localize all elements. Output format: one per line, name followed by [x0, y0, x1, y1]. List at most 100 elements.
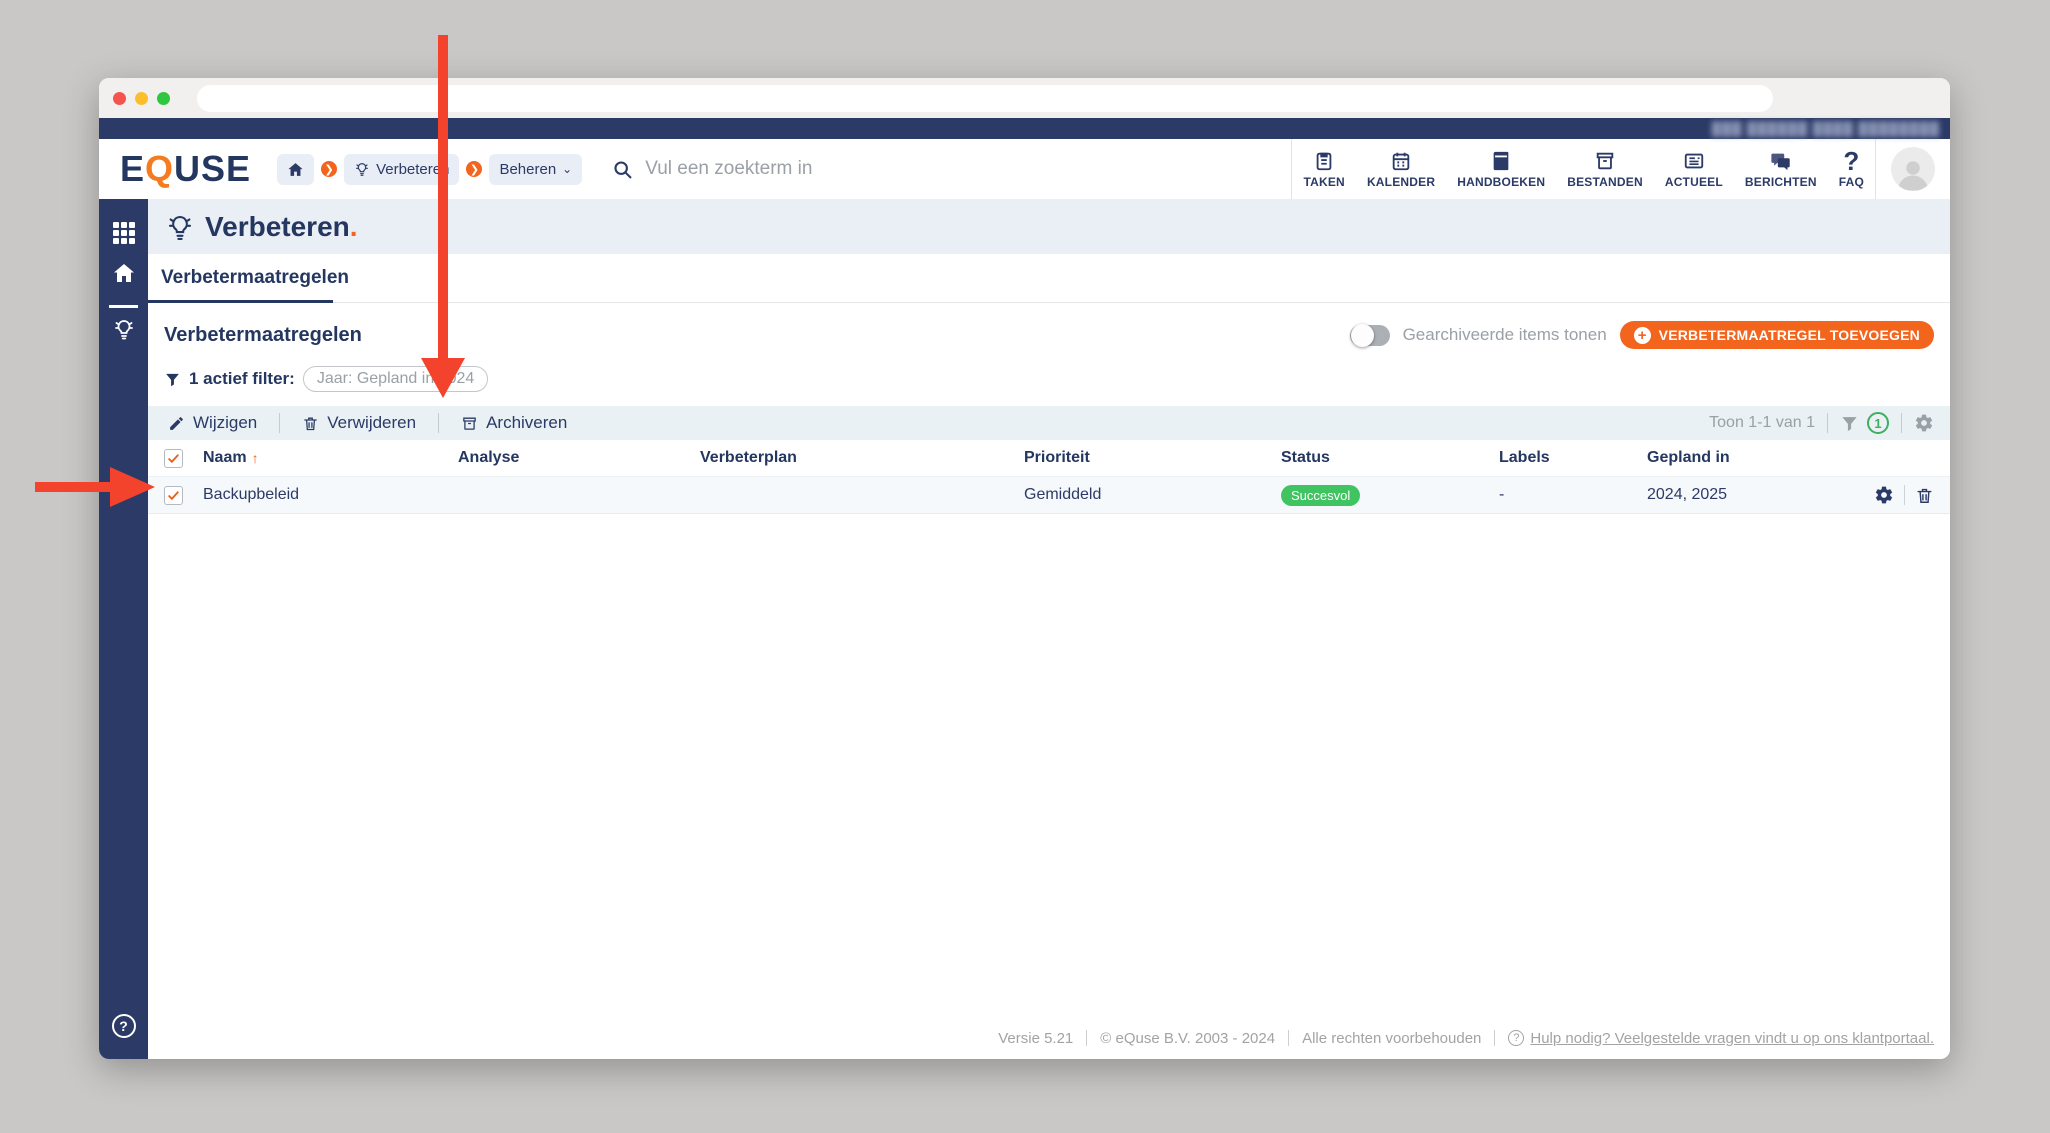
footer-divider [1494, 1030, 1496, 1046]
row-trash-icon[interactable] [1915, 486, 1934, 505]
top-navy-bar: ███ ██████ ████ ████████ [99, 118, 1950, 139]
row-labels: - [1499, 486, 1505, 503]
active-filter-label: 1 actief filter: [189, 369, 295, 388]
footer-divider [1086, 1030, 1088, 1046]
maximize-window-icon[interactable] [157, 91, 170, 105]
column-header-status[interactable]: Status [1281, 449, 1499, 467]
breadcrumb: ❯ Verbeteren ❯ Beheren ⌄ [277, 153, 583, 185]
footer: Versie 5.21 © eQuse B.V. 2003 - 2024 All… [148, 1017, 1950, 1059]
active-tab-underline [148, 300, 333, 303]
minimize-window-icon[interactable] [135, 91, 148, 105]
user-avatar[interactable] [1891, 147, 1935, 191]
nav-item-bestanden[interactable]: BESTANDEN [1556, 150, 1654, 189]
search-input[interactable] [645, 158, 1246, 180]
sidebar-verbeteren-icon[interactable] [99, 317, 148, 341]
address-bar[interactable] [197, 84, 1773, 112]
sidebar-home-icon[interactable] [99, 261, 148, 285]
app-header: E Q USE ❯ Verbeteren ❯ Beheren ⌄ Vul een… [99, 139, 1950, 199]
toolbar-divider [279, 413, 281, 433]
row-name[interactable]: Backupbeleid [203, 486, 299, 504]
column-header-naam[interactable]: Naam [203, 449, 247, 467]
toolbar-right: Toon 1-1 van 1 1 [1709, 412, 1934, 434]
browser-chrome [99, 78, 1950, 118]
select-all-checkbox[interactable] [164, 448, 183, 468]
main-content: Verbeteren. Verbetermaatregelen Verbeter… [148, 199, 1950, 1059]
toolbar-divider [1901, 413, 1902, 433]
archive-box-icon [461, 415, 478, 432]
column-header-analyse[interactable]: Analyse [458, 449, 700, 467]
nav-item-faq[interactable]: ? FAQ [1828, 145, 1875, 189]
page-banner: Verbeteren. [148, 199, 1950, 254]
sidebar-help-icon[interactable]: ? [99, 1014, 148, 1038]
nav-item-actueel[interactable]: ACTUEEL [1654, 150, 1734, 189]
column-header-labels[interactable]: Labels [1499, 449, 1647, 467]
book-icon [1490, 150, 1512, 172]
close-window-icon[interactable] [113, 91, 126, 105]
nav-item-taken[interactable]: TAKEN [1292, 150, 1355, 189]
add-verbetermaatregel-button[interactable]: + VERBETERMAATREGEL TOEVOEGEN [1619, 321, 1934, 349]
browser-window: ███ ██████ ████ ████████ E Q USE ❯ Verbe… [99, 78, 1950, 1059]
result-count: Toon 1-1 van 1 [1709, 414, 1815, 431]
home-icon [287, 161, 304, 178]
app-body: ? Verbeteren. Verbetermaatregelen Verbet [99, 199, 1950, 1059]
apps-grid-icon[interactable] [99, 222, 148, 244]
row-prioriteit: Gemiddeld [1024, 486, 1102, 503]
question-circle-icon: ? [1508, 1030, 1525, 1046]
table-row[interactable]: Backupbeleid Gemiddeld Succesvol - 2024,… [148, 476, 1950, 514]
chat-bubbles-icon [1770, 150, 1792, 172]
column-header-prioriteit[interactable]: Prioriteit [1024, 449, 1281, 467]
sidebar: ? [99, 199, 148, 1059]
page-title: Verbeteren. [205, 210, 358, 242]
question-mark-icon: ? [1843, 145, 1860, 176]
nav-item-kalender[interactable]: KALENDER [1356, 150, 1446, 189]
clipboard-icon [1313, 150, 1335, 172]
row-checkbox[interactable] [164, 485, 183, 505]
sort-asc-icon: ↑ [251, 450, 259, 466]
row-actions-divider [1904, 485, 1905, 505]
nav-item-handboeken[interactable]: HANDBOEKEN [1446, 150, 1556, 189]
archive-box-icon [1594, 150, 1616, 172]
archive-button[interactable]: Archiveren [457, 413, 571, 433]
calendar-icon [1390, 150, 1412, 172]
chevron-right-icon: ❯ [466, 161, 483, 177]
chevron-right-icon: ❯ [321, 161, 338, 177]
column-header-gepland-in[interactable]: Gepland in [1647, 449, 1850, 467]
chevron-down-icon: ⌄ [562, 162, 573, 176]
plus-icon: + [1633, 326, 1651, 344]
toolbar-divider [1827, 413, 1828, 433]
filter-count-badge: 1 [1867, 412, 1889, 434]
toolbar-divider [438, 413, 440, 433]
search-icon [612, 159, 633, 180]
footer-help-link[interactable]: ? Hulp nodig? Veelgestelde vragen vindt … [1508, 1030, 1934, 1047]
active-filter-row: 1 actief filter: Jaar: Gepland in 2024 [148, 366, 1950, 392]
section-heading: Verbetermaatregelen [164, 323, 362, 346]
header-divider [1875, 139, 1876, 199]
footer-rights: Alle rechten voorbehouden [1302, 1029, 1482, 1047]
row-gear-icon[interactable] [1874, 485, 1894, 505]
pencil-icon [168, 415, 185, 432]
trash-icon [302, 415, 319, 432]
tab-bar: Verbetermaatregelen [148, 254, 1950, 303]
edit-button[interactable]: Wijzigen [164, 413, 261, 433]
table-toolbar: Wijzigen Verwijderen Archiveren Toon 1-1… [148, 406, 1950, 440]
tab-verbetermaatregelen[interactable]: Verbetermaatregelen [161, 267, 349, 289]
filter-icon [164, 371, 181, 388]
breadcrumb-home[interactable] [277, 153, 315, 185]
column-header-verbeterplan[interactable]: Verbeterplan [700, 449, 1024, 467]
table-header-row: Naam ↑ Analyse Verbeterplan Prioriteit S… [148, 440, 1950, 476]
header-nav: TAKEN KALENDER HANDBOEKEN BESTANDEN ACTU… [1292, 145, 1875, 189]
global-search [612, 158, 1291, 180]
gear-icon[interactable] [1914, 413, 1934, 433]
equse-logo[interactable]: E Q USE [120, 148, 251, 190]
delete-button[interactable]: Verwijderen [298, 413, 420, 433]
archived-items-toggle-label: Gearchiveerde items tonen [1402, 325, 1607, 344]
filter-icon[interactable] [1840, 414, 1859, 433]
archived-items-toggle[interactable] [1349, 323, 1390, 347]
row-gepland-in: 2024, 2025 [1647, 486, 1728, 503]
nav-item-berichten[interactable]: BERICHTEN [1734, 150, 1828, 189]
lightbulb-icon [165, 212, 195, 242]
breadcrumb-beheren-dropdown[interactable]: Beheren ⌄ [489, 153, 583, 185]
footer-divider [1288, 1030, 1290, 1046]
section-header: Verbetermaatregelen Gearchiveerde items … [148, 321, 1950, 349]
lightbulb-icon [354, 161, 370, 177]
